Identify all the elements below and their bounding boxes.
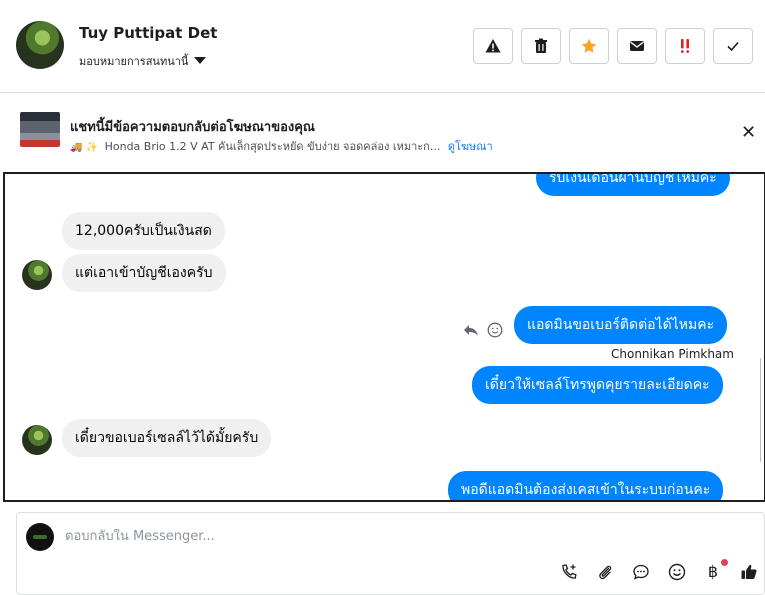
view-ad-link[interactable]: ดูโฆษณา (448, 140, 493, 153)
message-bubble-incoming[interactable]: เดี๋ยวขอเบอร์เซลล์ไว้ได้มั้ยครับ (62, 419, 272, 457)
mark-spam-button[interactable] (473, 28, 513, 64)
message-thread[interactable]: รับเงินเดือนผ่านบัญชีไหมคะ 12,000ครับเป็… (3, 172, 765, 502)
contact-avatar-small (22, 425, 52, 455)
star-button[interactable] (569, 28, 609, 64)
message-bubble-outgoing[interactable]: พอดีแอดมินต้องส่งเคสเข้าในระบบก่อนคะ (448, 471, 724, 500)
trash-icon (535, 38, 547, 53)
delete-button[interactable] (521, 28, 561, 64)
attachment-icon (599, 565, 612, 580)
payment-baht-icon: ฿ (707, 562, 719, 581)
caret-down-icon (194, 56, 207, 64)
composer-toolbar: ฿ (560, 559, 758, 581)
ad-description-line: 🚚 ✨ Honda Brio 1.2 V AT คันเล็กสุดประหยั… (70, 137, 493, 155)
contact-name[interactable]: Tuy Puttipat Det (79, 24, 217, 42)
message-bubble-incoming[interactable]: 12,000ครับเป็นเงินสด (62, 212, 225, 250)
ad-description: Honda Brio 1.2 V AT คันเล็กสุดประหยัด ขั… (104, 140, 441, 153)
header-actions (473, 28, 753, 64)
assign-label: มอบหมายการสนทนานี้ (79, 55, 189, 68)
mark-unread-button[interactable] (617, 28, 657, 64)
star-icon (581, 38, 597, 53)
mail-icon (630, 41, 644, 51)
reply-composer: ฿ (16, 512, 765, 595)
payment-button[interactable]: ฿ (704, 559, 728, 581)
message-bubble-incoming[interactable]: แต่เอาเข้าบัญชีเองครับ (62, 254, 226, 292)
assign-conversation-dropdown[interactable]: มอบหมายการสนทนานี้ (79, 52, 207, 70)
sender-name: Chonnikan Pimkham (611, 347, 734, 361)
follow-up-button[interactable] (665, 28, 705, 64)
message-bubble-outgoing[interactable]: รับเงินเดือนผ่านบัญชีไหมคะ (536, 174, 730, 196)
side-panel-edge (760, 358, 765, 462)
attach-button[interactable] (596, 563, 614, 581)
call-plus-button[interactable] (560, 563, 578, 581)
message-bubble-outgoing[interactable]: แอดมินขอเบอร์ติดต่อได้ไหมคะ (514, 306, 728, 344)
reply-icon[interactable] (463, 322, 479, 338)
call-plus-icon (562, 564, 577, 579)
saved-reply-button[interactable] (632, 563, 650, 581)
message-bubble-outgoing[interactable]: เดี๋ยวให้เซลล์โทรพูดคุยรายละเอียดคะ (472, 366, 723, 404)
emoji-icon (668, 563, 686, 581)
check-icon (727, 41, 739, 52)
reply-input[interactable] (65, 529, 725, 544)
thumbs-up-icon (741, 564, 757, 579)
notification-dot (721, 559, 728, 566)
ad-thumbnail[interactable] (20, 112, 60, 147)
exclamation-icon (681, 39, 689, 53)
saved-reply-icon (633, 564, 649, 580)
message-hover-tools (463, 322, 503, 338)
emoji-button[interactable] (668, 563, 686, 581)
contact-avatar[interactable] (16, 21, 64, 69)
react-emoji-icon[interactable] (487, 322, 503, 338)
mark-done-button[interactable] (713, 28, 753, 64)
thumbs-up-button[interactable] (740, 563, 758, 581)
ad-banner-title: แชทนี้มีข้อความตอบกลับต่อโฆษณาของคุณ (70, 120, 315, 135)
warning-icon (485, 39, 501, 53)
close-icon[interactable]: ✕ (741, 124, 756, 142)
ad-emojis: 🚚 ✨ (70, 142, 99, 153)
ad-reply-banner: แชทนี้มีข้อความตอบกลับต่อโฆษณาของคุณ 🚚 ✨… (0, 94, 765, 171)
contact-avatar-small (22, 260, 52, 290)
page-avatar (26, 523, 54, 551)
conversation-header: Tuy Puttipat Det มอบหมายการสนทนานี้ (0, 0, 765, 93)
